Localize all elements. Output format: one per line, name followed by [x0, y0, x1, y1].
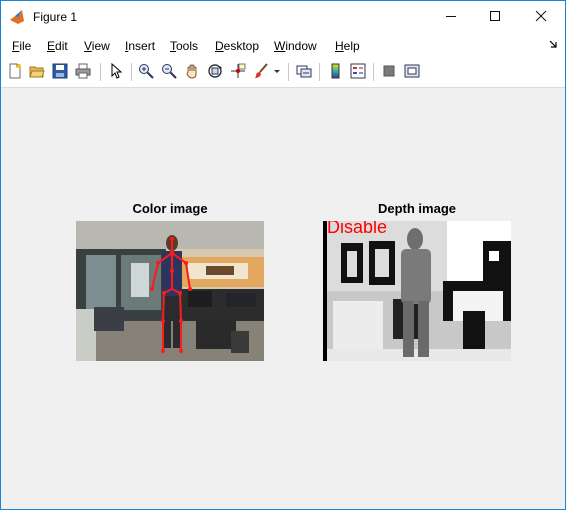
depth-image-title: Depth image — [377, 201, 456, 216]
color-image-title: Color image — [132, 201, 208, 216]
open-file-icon[interactable] — [28, 62, 46, 80]
close-button[interactable] — [519, 1, 563, 35]
brush-icon[interactable] — [252, 62, 270, 80]
toolbar-separator — [373, 63, 374, 81]
menu-desktop-mnemonic: D — [215, 39, 224, 53]
hide-plot-tools-icon[interactable] — [380, 62, 398, 80]
menu-help-label: elp — [343, 39, 360, 53]
menu-tools-label: ools — [176, 39, 199, 53]
data-cursor-icon[interactable] — [229, 62, 247, 80]
menu-file-label: ile — [19, 39, 32, 53]
select-arrow-icon[interactable] — [107, 62, 125, 80]
maximize-icon — [489, 9, 501, 27]
minimize-button[interactable] — [429, 1, 473, 35]
maximize-button[interactable] — [473, 1, 517, 35]
menu-edit-mnemonic: E — [47, 39, 56, 53]
zoom-in-icon[interactable] — [137, 62, 155, 80]
menu-file[interactable]: File — [12, 39, 31, 53]
menu-window-mnemonic: W — [274, 39, 286, 53]
close-icon — [535, 9, 547, 27]
new-figure-icon[interactable] — [6, 62, 24, 80]
toolbar-separator — [319, 63, 320, 81]
menu-window-label: indow — [285, 39, 317, 53]
color-image — [76, 221, 264, 361]
menu-desktop-label: esktop — [223, 39, 260, 53]
matlab-logo-icon — [9, 9, 25, 25]
colorbar-icon[interactable] — [326, 62, 344, 80]
disable-overlay-text: Disable — [327, 221, 388, 237]
depth-image: Disable — [323, 221, 511, 361]
title-bar[interactable]: Figure 1 — [1, 1, 565, 35]
legend-icon[interactable] — [349, 62, 367, 80]
show-plot-tools-icon[interactable] — [403, 62, 421, 80]
menu-window[interactable]: Window — [274, 39, 317, 53]
menu-view[interactable]: View — [84, 39, 110, 53]
save-icon[interactable] — [51, 62, 69, 80]
toolbar-separator — [288, 63, 289, 81]
brush-dropdown-icon[interactable] — [272, 62, 282, 80]
minimize-icon — [445, 9, 457, 27]
menu-help[interactable]: Help — [335, 39, 360, 53]
toolbar-separator — [100, 63, 101, 81]
menu-insert[interactable]: Insert — [125, 39, 155, 53]
toolbar-separator — [131, 63, 132, 81]
menu-bar: File Edit View Insert Tools Desktop Wind… — [1, 35, 565, 57]
menu-insert-label: nsert — [128, 39, 156, 53]
menu-view-mnemonic: V — [84, 39, 92, 53]
zoom-out-icon[interactable] — [160, 62, 178, 80]
menu-view-label: iew — [91, 39, 110, 53]
figure-toolbar — [1, 57, 565, 88]
color-image-photo — [76, 221, 264, 361]
figure-canvas: Color image Depth image Disable — [1, 88, 565, 509]
depth-image-photo — [323, 221, 511, 361]
print-icon[interactable] — [74, 62, 92, 80]
menu-tools[interactable]: Tools — [170, 39, 198, 53]
figure-window: Figure 1 File Edit View Insert Tools Des… — [0, 0, 566, 510]
window-title: Figure 1 — [33, 10, 78, 24]
menu-help-mnemonic: H — [335, 39, 344, 53]
menu-edit[interactable]: Edit — [47, 39, 68, 53]
pan-icon[interactable] — [183, 62, 201, 80]
link-plot-icon[interactable] — [295, 62, 313, 80]
menu-desktop[interactable]: Desktop — [215, 39, 259, 53]
dock-arrow-icon[interactable] — [549, 40, 557, 51]
rotate-3d-icon[interactable] — [206, 62, 224, 80]
menu-edit-label: dit — [55, 39, 68, 53]
